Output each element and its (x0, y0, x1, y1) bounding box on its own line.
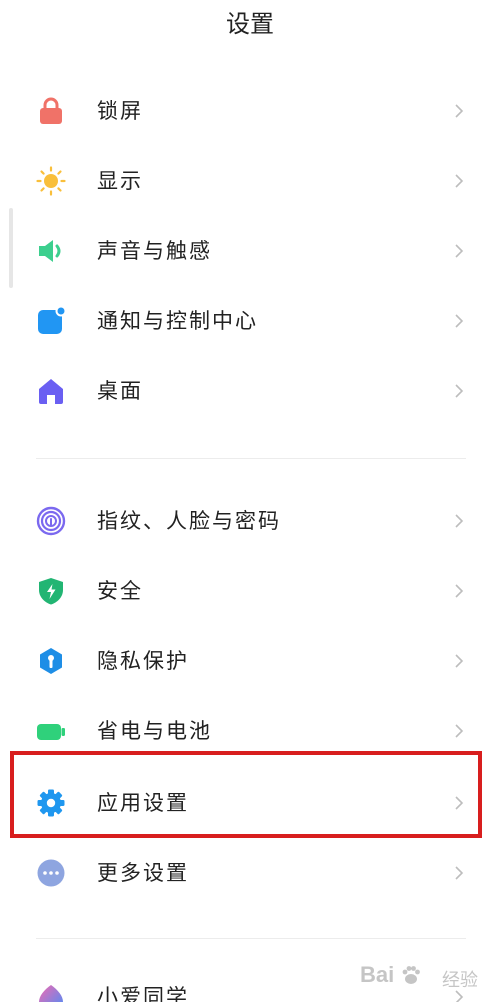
settings-item-label: 隐私保护 (97, 649, 189, 673)
notification-icon (38, 306, 66, 334)
sun-icon (36, 166, 66, 196)
chevron-right-icon (455, 654, 464, 668)
watermark-brand: Bai (360, 962, 395, 987)
lock-icon (40, 97, 62, 124)
settings-item-display[interactable]: 显示 (0, 146, 500, 216)
xiaoai-icon (39, 985, 63, 1002)
chevron-right-icon (455, 244, 464, 258)
section-divider (36, 458, 466, 459)
settings-item-label: 小爱同学 (97, 985, 189, 1002)
highlight-box (10, 751, 482, 838)
chevron-right-icon (455, 104, 464, 118)
settings-item-privacy[interactable]: 隐私保护 (0, 626, 500, 696)
battery-icon (37, 724, 65, 740)
speaker-icon (39, 240, 61, 262)
settings-item-label: 声音与触感 (97, 239, 212, 263)
more-icon (37, 859, 65, 887)
shield-icon (39, 578, 63, 605)
settings-item-label: 安全 (97, 579, 143, 603)
chevron-right-icon (455, 384, 464, 398)
settings-item-home-screen[interactable]: 桌面 (0, 356, 500, 426)
settings-item-fingerprint-face-password[interactable]: 指纹、人脸与密码 (0, 486, 500, 556)
chevron-right-icon (455, 724, 464, 738)
chevron-right-icon (455, 584, 464, 598)
settings-item-label: 桌面 (97, 379, 143, 403)
section-divider (36, 938, 466, 939)
settings-item-security[interactable]: 安全 (0, 556, 500, 626)
watermark-logo: Bai 经验 (360, 962, 490, 1000)
fingerprint-icon (36, 506, 66, 536)
paw-icon (402, 966, 420, 984)
chevron-right-icon (455, 314, 464, 328)
settings-item-label: 显示 (97, 169, 143, 193)
watermark-sub: 经验 (442, 970, 478, 991)
chevron-right-icon (455, 174, 464, 188)
home-icon (39, 379, 63, 404)
chevron-right-icon (455, 514, 464, 528)
privacy-icon (40, 648, 62, 674)
settings-item-label: 更多设置 (97, 861, 189, 885)
page-title: 设置 (226, 10, 274, 38)
settings-item-label: 锁屏 (97, 99, 143, 123)
settings-item-notifications[interactable]: 通知与控制中心 (0, 286, 500, 356)
settings-item-label: 指纹、人脸与密码 (97, 509, 281, 533)
settings-item-more-settings[interactable]: 更多设置 (0, 838, 500, 908)
settings-item-sound[interactable]: 声音与触感 (0, 216, 500, 286)
settings-item-lock-screen[interactable]: 锁屏 (0, 76, 500, 146)
chevron-right-icon (455, 866, 464, 880)
settings-item-label: 通知与控制中心 (97, 309, 258, 333)
